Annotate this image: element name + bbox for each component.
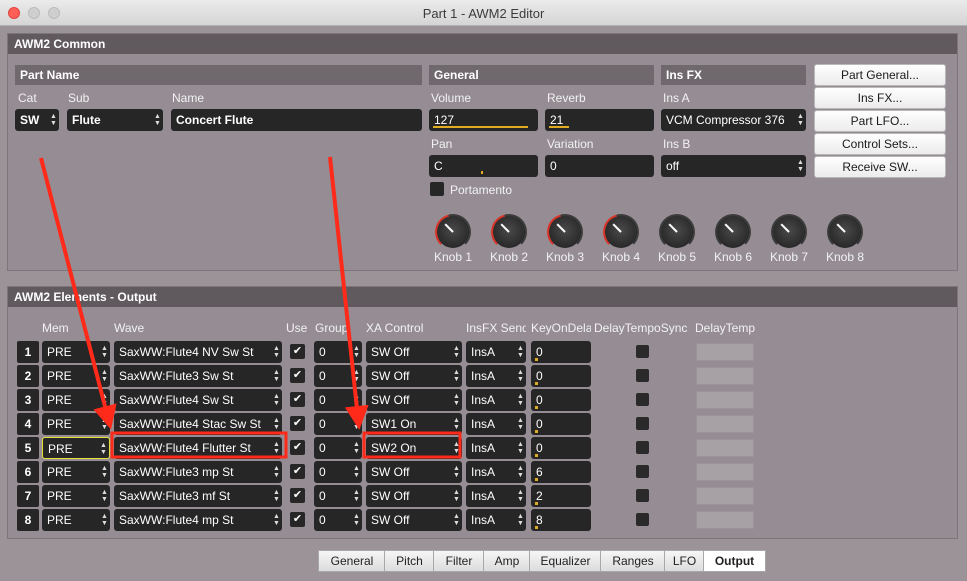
annotation-box-wave [110,431,288,459]
annotation-overlay [39,156,462,459]
annotation-arrow-xa [328,156,369,430]
annotation-box-xa [362,431,462,459]
annotation-arrow-wave [39,157,117,430]
